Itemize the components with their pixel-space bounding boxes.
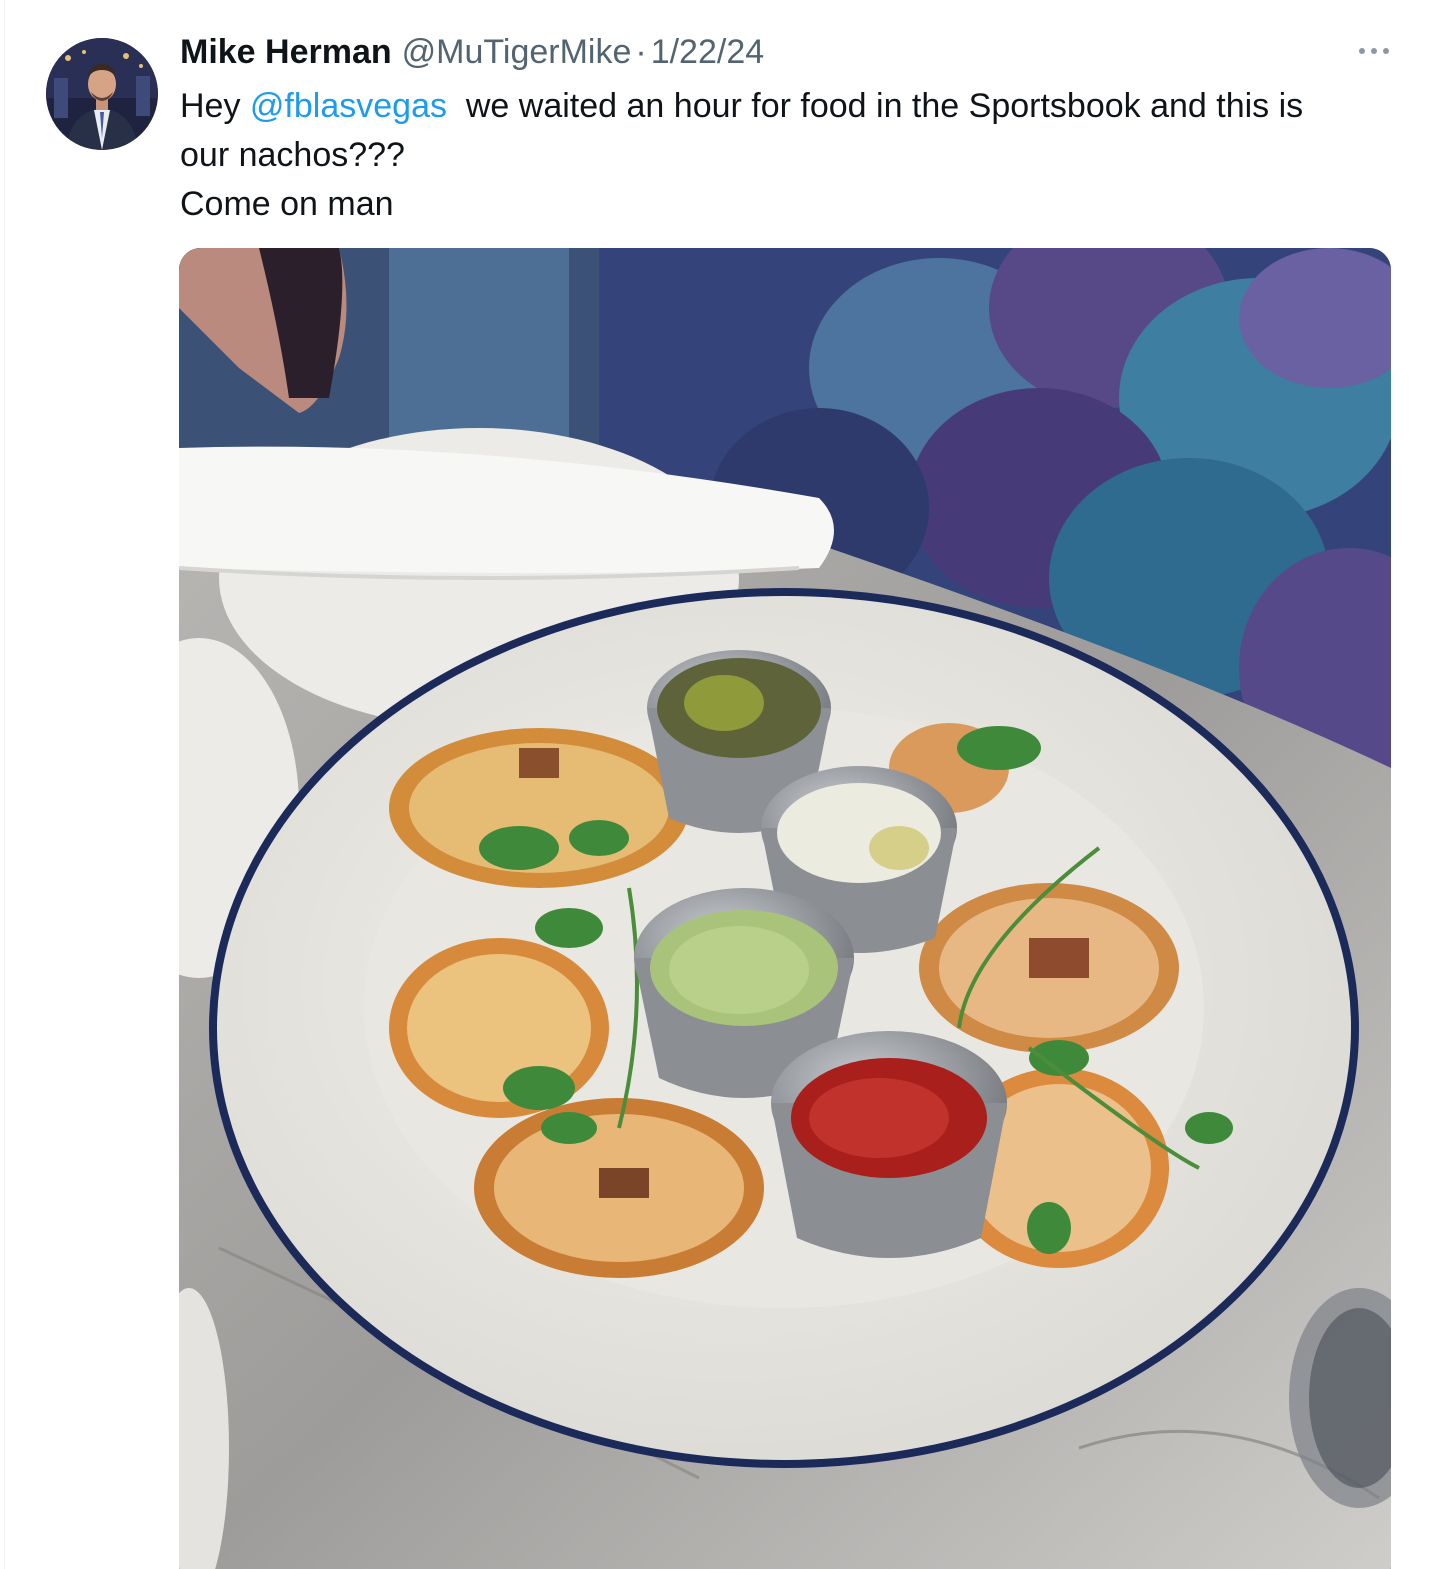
tweet-text-start: Hey: [180, 87, 250, 125]
mention-link[interactable]: @fblasvegas: [250, 87, 447, 125]
timeline-divider: [4, 0, 5, 1569]
tweet-header: Mike Herman @MuTigerMike · 1/22/24: [180, 30, 764, 74]
post-date[interactable]: 1/22/24: [651, 30, 764, 74]
display-name[interactable]: Mike Herman: [180, 30, 392, 74]
tweet-line-1: Hey @fblasvegas we waited an hour for fo…: [180, 82, 1395, 131]
tweet-text: Hey @fblasvegas we waited an hour for fo…: [180, 82, 1395, 229]
tweet-photo[interactable]: [179, 248, 1391, 1569]
more-options-button[interactable]: [1352, 36, 1396, 66]
tweet-line-3: Come on man: [180, 185, 394, 223]
nachos-plate-image: [179, 248, 1391, 1569]
avatar-image: [46, 38, 158, 150]
header-separator: ·: [635, 33, 647, 71]
tweet-card: Mike Herman @MuTigerMike · 1/22/24 Hey @…: [0, 0, 1433, 1569]
avatar[interactable]: [46, 38, 158, 150]
more-horizontal-icon: [1359, 48, 1389, 54]
tweet-text-rest: we waited an hour for food in the Sports…: [446, 87, 1304, 125]
user-handle[interactable]: @MuTigerMike: [402, 30, 632, 74]
tweet-line-2: our nachos???: [180, 136, 405, 174]
